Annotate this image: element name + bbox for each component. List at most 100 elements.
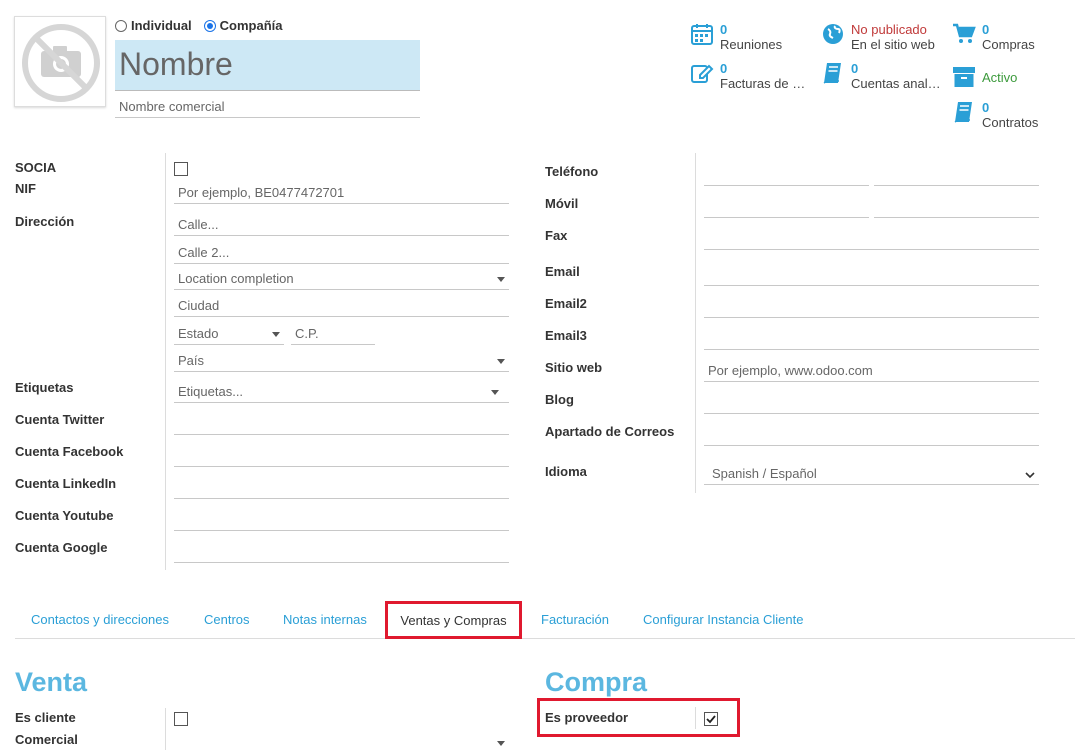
stat-button-vendor-bills[interactable]: 0 Facturas de p... bbox=[690, 61, 810, 91]
archive-icon bbox=[953, 67, 975, 87]
nif-input[interactable]: Por ejemplo, BE0477472701 bbox=[174, 182, 509, 204]
radio-company[interactable] bbox=[203, 19, 216, 32]
chevron-down-icon bbox=[272, 332, 280, 337]
contracts-label: Contratos bbox=[982, 115, 1039, 130]
tab-contactos[interactable]: Contactos y direcciones bbox=[31, 600, 169, 638]
city-input[interactable]: Ciudad bbox=[174, 295, 509, 317]
sales-title: Venta bbox=[15, 667, 88, 697]
book-icon bbox=[954, 102, 972, 123]
label-telefono: Teléfono bbox=[545, 164, 599, 179]
language-text: Spanish / Español bbox=[712, 466, 817, 481]
radio-individual[interactable] bbox=[115, 19, 127, 32]
mobile-input[interactable] bbox=[704, 196, 869, 218]
location-completion-select[interactable]: Location completion bbox=[174, 268, 509, 290]
mobile-extra-input[interactable] bbox=[874, 196, 1039, 218]
label-email2: Email2 bbox=[545, 296, 587, 311]
stat-button-active[interactable]: Activo bbox=[952, 65, 1017, 89]
tags-select[interactable]: Etiquetas... bbox=[174, 381, 509, 403]
label-nif: NIF bbox=[15, 181, 36, 196]
po-box-input[interactable] bbox=[704, 424, 1039, 446]
meetings-label: Reuniones bbox=[720, 37, 783, 52]
google-input[interactable] bbox=[174, 541, 509, 563]
tab-notas-internas[interactable]: Notas internas bbox=[283, 600, 367, 638]
linkedin-input[interactable] bbox=[174, 477, 509, 499]
tab-ventas-compras-label: Ventas y Compras bbox=[400, 613, 507, 628]
chevron-down-icon bbox=[1025, 472, 1035, 479]
fax-input[interactable] bbox=[704, 228, 1039, 250]
tab-facturacion[interactable]: Facturación bbox=[541, 600, 609, 638]
website-status: No publicado bbox=[851, 22, 927, 37]
chevron-down-icon bbox=[497, 277, 505, 282]
edit-icon bbox=[691, 64, 714, 83]
purchases-label: Compras bbox=[982, 37, 1035, 52]
label-email: Email bbox=[545, 264, 580, 279]
contracts-count: 0 bbox=[982, 100, 990, 115]
check-icon bbox=[706, 715, 716, 724]
purchase-title: Compra bbox=[545, 667, 648, 697]
email2-input[interactable] bbox=[704, 296, 1039, 318]
stat-button-contracts[interactable]: 0 Contratos bbox=[952, 100, 1038, 130]
vendor-bills-count: 0 bbox=[720, 61, 728, 76]
street-input[interactable]: Calle... bbox=[174, 214, 509, 236]
vendor-bills-label: Facturas de p... bbox=[720, 76, 810, 91]
tab-configurar-instancia[interactable]: Configurar Instancia Cliente bbox=[643, 600, 803, 638]
website-label: En el sitio web bbox=[851, 37, 935, 52]
stat-button-analytic-accounts[interactable]: 0 Cuentas analí... bbox=[821, 61, 941, 91]
facebook-input[interactable] bbox=[174, 445, 509, 467]
label-es-cliente: Es cliente bbox=[15, 710, 76, 725]
label-blog: Blog bbox=[545, 392, 574, 407]
name-input[interactable]: Nombre bbox=[115, 40, 420, 91]
tab-centros[interactable]: Centros bbox=[204, 600, 250, 638]
country-select[interactable]: País bbox=[174, 350, 509, 372]
customer-checkbox[interactable] bbox=[174, 712, 188, 726]
label-movil: Móvil bbox=[545, 196, 579, 211]
analytic-accounts-label: Cuentas analí... bbox=[851, 76, 941, 91]
website-input[interactable]: Por ejemplo, www.odoo.com bbox=[704, 360, 1039, 382]
radio-individual-label: Individual bbox=[131, 18, 192, 33]
label-fax: Fax bbox=[545, 228, 568, 243]
blog-input[interactable] bbox=[704, 392, 1039, 414]
trade-name-input[interactable]: Nombre comercial bbox=[115, 96, 420, 118]
phone-input[interactable] bbox=[704, 164, 869, 186]
zip-input[interactable]: C.P. bbox=[291, 323, 375, 345]
label-facebook: Cuenta Facebook bbox=[15, 444, 124, 459]
label-es-proveedor: Es proveedor bbox=[545, 710, 629, 725]
language-select[interactable]: Spanish / Español bbox=[704, 463, 1039, 485]
tab-ventas-compras[interactable]: Ventas y Compras bbox=[385, 601, 522, 639]
street2-input[interactable]: Calle 2... bbox=[174, 242, 509, 264]
country-text: País bbox=[178, 353, 205, 368]
vendor-checkbox[interactable] bbox=[704, 712, 718, 726]
purchases-count: 0 bbox=[982, 22, 990, 37]
socia-checkbox[interactable] bbox=[174, 162, 188, 176]
cart-icon bbox=[953, 23, 976, 43]
chevron-down-icon bbox=[497, 741, 505, 746]
location-completion-text: Location completion bbox=[178, 271, 294, 286]
label-apartado: Apartado de Correos bbox=[545, 424, 675, 439]
phone-extra-input[interactable] bbox=[874, 164, 1039, 186]
state-text: Estado bbox=[178, 326, 219, 341]
stat-button-website[interactable]: No publicado En el sitio web bbox=[821, 22, 935, 52]
label-socia: SOCIA bbox=[15, 160, 57, 175]
twitter-input[interactable] bbox=[174, 413, 509, 435]
radio-company-label: Compañía bbox=[219, 18, 283, 33]
email-input[interactable] bbox=[704, 264, 1039, 286]
label-sitio-web: Sitio web bbox=[545, 360, 603, 375]
label-idioma: Idioma bbox=[545, 464, 587, 479]
label-google: Cuenta Google bbox=[15, 540, 108, 555]
tags-text: Etiquetas... bbox=[178, 384, 244, 399]
email3-input[interactable] bbox=[704, 328, 1039, 350]
no-photo-icon bbox=[22, 24, 100, 102]
state-select[interactable]: Estado bbox=[174, 323, 284, 345]
stat-button-purchases[interactable]: 0 Compras bbox=[952, 22, 1035, 52]
label-etiquetas: Etiquetas bbox=[15, 380, 74, 395]
avatar[interactable] bbox=[14, 16, 106, 107]
stat-button-meetings[interactable]: 0 Reuniones bbox=[690, 22, 782, 52]
label-youtube: Cuenta Youtube bbox=[15, 508, 114, 523]
chevron-down-icon bbox=[491, 390, 499, 395]
label-email3: Email3 bbox=[545, 328, 587, 343]
salesperson-select[interactable] bbox=[174, 728, 509, 750]
meetings-count: 0 bbox=[720, 22, 728, 37]
label-twitter: Cuenta Twitter bbox=[15, 412, 105, 427]
label-comercial: Comercial bbox=[15, 732, 78, 747]
youtube-input[interactable] bbox=[174, 509, 509, 531]
